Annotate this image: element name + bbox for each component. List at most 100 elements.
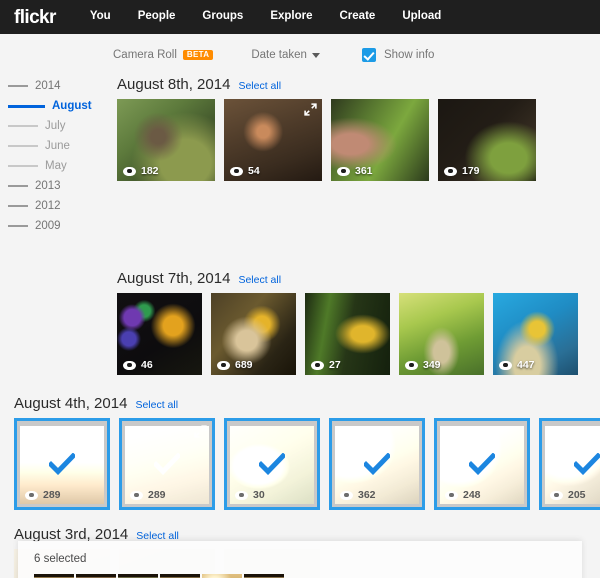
eye-icon (340, 490, 353, 500)
selected-thumbnail[interactable] (202, 574, 242, 578)
eye-icon (123, 166, 136, 176)
photo-thumbnail-selected[interactable]: 205 (539, 418, 600, 510)
view-count: 205 (550, 489, 586, 501)
photo-thumbnail-selected[interactable]: 248 (434, 418, 530, 510)
photo-row: 289 289 30 362 248 205 (14, 418, 600, 510)
view-count-value: 248 (463, 489, 481, 501)
expand-icon[interactable] (194, 425, 207, 438)
nav-item-you[interactable]: You (90, 11, 111, 23)
expand-icon[interactable] (304, 103, 317, 116)
eye-icon (25, 490, 38, 500)
photo-thumbnail[interactable]: 349 (399, 293, 484, 375)
photo-thumbnail[interactable]: 361 (331, 99, 429, 181)
photo-group-aug-8: August 8th, 2014 Select all 182 54 361 1… (117, 76, 545, 181)
view-count-value: 54 (248, 165, 260, 177)
eye-icon (445, 490, 458, 500)
flickr-logo[interactable]: flickr (14, 8, 56, 27)
photo-thumbnail[interactable]: 46 (117, 293, 202, 375)
view-count: 27 (311, 359, 341, 371)
photo-image (34, 574, 74, 578)
nav-item-groups[interactable]: Groups (202, 11, 243, 23)
photo-thumbnail-selected[interactable]: 289 (14, 418, 110, 510)
view-count-value: 27 (329, 359, 341, 371)
view-count-value: 179 (462, 165, 480, 177)
group-title: August 8th, 2014 (117, 76, 231, 93)
eye-icon (337, 166, 350, 176)
selected-check-icon (259, 453, 285, 475)
view-count-value: 289 (43, 489, 61, 501)
selected-thumbnail[interactable] (160, 574, 200, 578)
group-header: August 7th, 2014 Select all (117, 270, 587, 287)
selected-check-icon (154, 453, 180, 475)
selected-check-icon (364, 453, 390, 475)
view-count-value: 205 (568, 489, 586, 501)
nav-item-explore[interactable]: Explore (270, 11, 312, 23)
view-count: 289 (130, 489, 166, 501)
photo-thumbnail[interactable]: 689 (211, 293, 296, 375)
view-count: 362 (340, 489, 376, 501)
view-count-value: 361 (355, 165, 373, 177)
photo-thumbnail[interactable]: 27 (305, 293, 390, 375)
photo-thumbnail-selected[interactable]: 362 (329, 418, 425, 510)
photo-thumbnail[interactable]: 179 (438, 99, 536, 181)
group-title: August 4th, 2014 (14, 395, 128, 412)
group-header: August 4th, 2014 Select all (14, 395, 600, 412)
beta-badge: BETA (182, 49, 214, 61)
selected-thumbnail[interactable] (34, 574, 74, 578)
nav-item-create[interactable]: Create (340, 11, 376, 23)
view-count: 179 (444, 165, 480, 177)
site-header: flickr You People Groups Explore Create … (0, 0, 600, 34)
selected-check-icon (469, 453, 495, 475)
view-count: 182 (123, 165, 159, 177)
select-all-link[interactable]: Select all (238, 274, 281, 286)
main-nav: You People Groups Explore Create Upload (90, 11, 468, 23)
photo-thumbnail[interactable]: 447 (493, 293, 578, 375)
date-taken-dropdown[interactable]: Date taken (251, 49, 320, 61)
photo-image (76, 574, 116, 578)
view-count-value: 182 (141, 165, 159, 177)
photo-group-aug-7: August 7th, 2014 Select all 46 689 27 34… (117, 270, 587, 375)
show-info-toggle[interactable]: Show info (361, 48, 434, 62)
page-body: 2014 August July June May 2013 2012 2009… (0, 70, 600, 578)
selected-thumbnail[interactable] (76, 574, 116, 578)
photo-stream: August 8th, 2014 Select all 182 54 361 1… (0, 70, 600, 578)
eye-icon (130, 490, 143, 500)
nav-item-people[interactable]: People (138, 11, 176, 23)
selected-thumbnails-strip (34, 574, 566, 578)
view-count: 361 (337, 165, 373, 177)
photo-image (202, 574, 242, 578)
view-count-value: 349 (423, 359, 441, 371)
selected-thumbnail[interactable] (118, 574, 158, 578)
select-all-link[interactable]: Select all (135, 399, 178, 411)
view-count-value: 447 (517, 359, 535, 371)
selection-action-bar: 6 selected Privacy Edit (18, 541, 582, 578)
view-count: 46 (123, 359, 153, 371)
eye-icon (499, 360, 512, 370)
view-count-value: 289 (148, 489, 166, 501)
view-count: 30 (235, 489, 265, 501)
view-count: 689 (217, 359, 253, 371)
select-all-link[interactable]: Select all (238, 80, 281, 92)
selected-check-icon (574, 453, 600, 475)
nav-item-upload[interactable]: Upload (402, 11, 441, 23)
eye-icon (550, 490, 563, 500)
show-info-checkbox[interactable] (361, 48, 376, 62)
selected-check-icon (49, 453, 75, 475)
photo-row: 46 689 27 349 447 (117, 293, 587, 375)
eye-icon (405, 360, 418, 370)
photo-thumbnail[interactable]: 182 (117, 99, 215, 181)
view-count-value: 362 (358, 489, 376, 501)
photo-thumbnail[interactable]: 54 (224, 99, 322, 181)
view-count-value: 46 (141, 359, 153, 371)
selected-thumbnail[interactable] (244, 574, 284, 578)
view-count: 289 (25, 489, 61, 501)
view-count: 447 (499, 359, 535, 371)
photo-thumbnail-selected[interactable]: 30 (224, 418, 320, 510)
view-count-value: 689 (235, 359, 253, 371)
eye-icon (123, 360, 136, 370)
photo-group-aug-4: August 4th, 2014 Select all 289 289 30 3… (14, 395, 600, 510)
photo-thumbnail-selected[interactable]: 289 (119, 418, 215, 510)
photo-image (118, 574, 158, 578)
eye-icon (217, 360, 230, 370)
eye-icon (230, 166, 243, 176)
